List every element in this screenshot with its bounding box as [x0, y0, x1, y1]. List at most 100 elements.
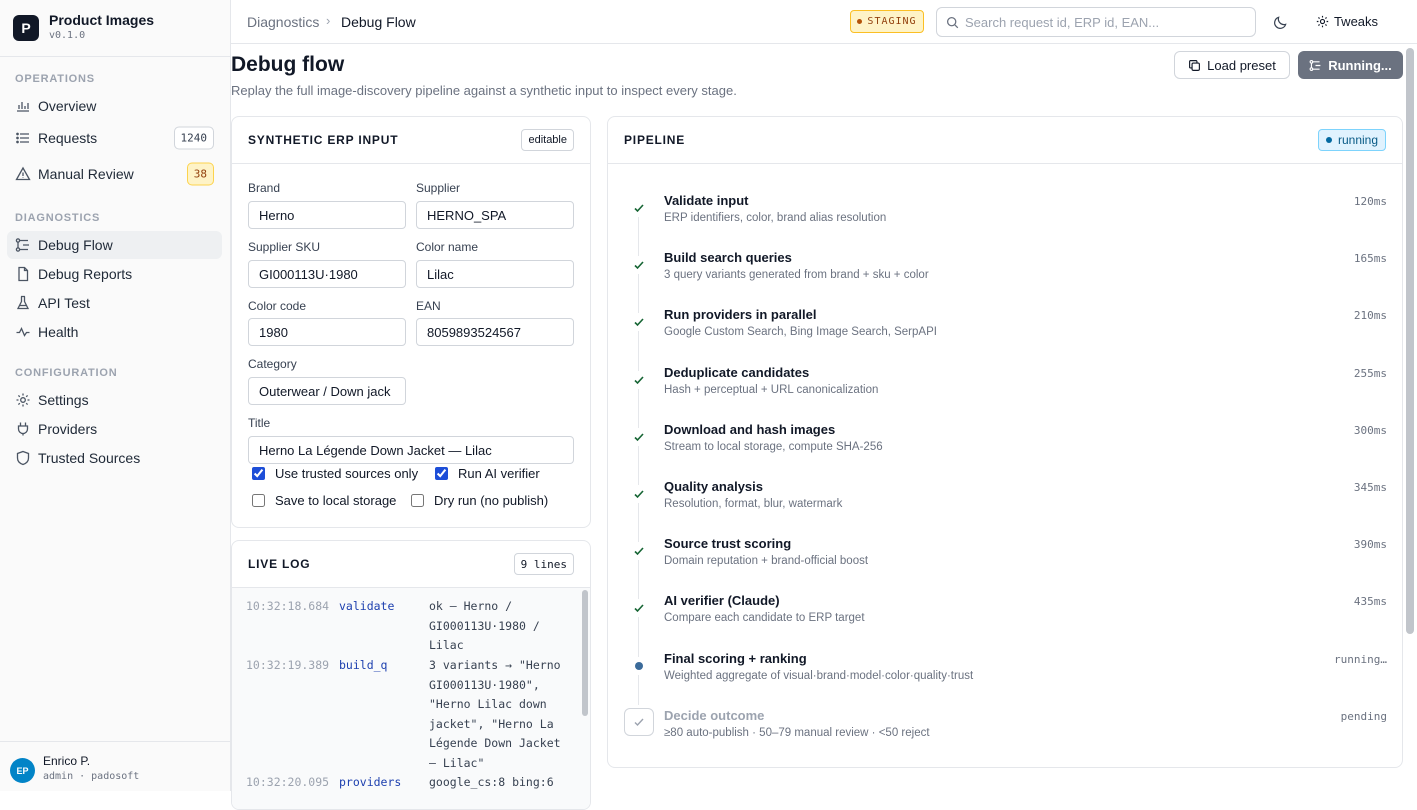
- use-trusted-sources-checkbox[interactable]: Use trusted sources only: [252, 466, 418, 481]
- search-icon: [946, 16, 959, 29]
- sidebar-item-label: Settings: [38, 392, 89, 408]
- sidebar-item-health[interactable]: Health: [7, 318, 222, 346]
- color-code-label: Color code: [248, 299, 307, 313]
- ean-label: EAN: [416, 299, 441, 313]
- tweaks-button[interactable]: Tweaks: [1309, 6, 1385, 36]
- sidebar-item-label: Manual Review: [38, 166, 134, 182]
- checkbox[interactable]: [252, 467, 265, 480]
- search-box[interactable]: [936, 7, 1256, 37]
- alert-triangle-icon: [15, 166, 31, 182]
- check-icon: [630, 313, 648, 332]
- pipeline-step[interactable]: Build search queries 3 query variants gen…: [608, 250, 1402, 290]
- sidebar-item-debug-flow[interactable]: Debug Flow: [7, 231, 222, 259]
- ean-field[interactable]: [416, 318, 574, 346]
- checkbox[interactable]: [435, 467, 448, 480]
- flow-icon: [1309, 59, 1322, 72]
- sidebar-item-label: Debug Flow: [38, 237, 113, 253]
- supplier-sku-label: Supplier SKU: [248, 240, 321, 254]
- sidebar-item-trusted-sources[interactable]: Trusted Sources: [7, 444, 222, 472]
- step-name: Source trust scoring: [664, 536, 792, 552]
- copy-icon: [1188, 59, 1201, 72]
- step-duration: running…: [1334, 652, 1387, 666]
- sidebar-item-api-test[interactable]: API Test: [7, 289, 222, 317]
- step-description: 3 query variants generated from brand + …: [664, 269, 929, 282]
- pipeline-step[interactable]: Final scoring + ranking Weighted aggregat…: [608, 651, 1402, 691]
- dry-run-checkbox[interactable]: Dry run (no publish): [411, 493, 548, 508]
- bar-chart-icon: [15, 98, 31, 114]
- search-input[interactable]: [965, 8, 1250, 36]
- load-preset-button[interactable]: Load preset: [1174, 51, 1290, 79]
- sidebar-item-requests[interactable]: Requests 1240: [7, 124, 222, 152]
- panel-title: PIPELINE: [624, 133, 686, 147]
- log-body[interactable]: 10:32:18.684 validate ok — Herno / GI000…: [232, 588, 590, 809]
- step-duration: 390ms: [1353, 538, 1387, 552]
- section-title-operations: OPERATIONS: [15, 73, 95, 85]
- pipeline-step[interactable]: Deduplicate candidates Hash + perceptual …: [608, 365, 1402, 405]
- title-field[interactable]: [248, 436, 574, 464]
- pipeline-step[interactable]: Download and hash images Stream to local …: [608, 421, 1402, 462]
- sidebar-item-manual-review[interactable]: Manual Review 38: [7, 160, 222, 188]
- brand-field[interactable]: [248, 201, 406, 229]
- checkbox-label: Run AI verifier: [458, 466, 540, 481]
- step-name: AI verifier (Claude): [664, 593, 780, 609]
- pipeline-step[interactable]: Validate input ERP identifiers, color, br…: [608, 193, 1402, 233]
- environment-label: STAGING: [867, 16, 917, 27]
- run-ai-verifier-checkbox[interactable]: Run AI verifier: [435, 466, 540, 481]
- editable-badge: editable: [521, 129, 574, 151]
- topbar: Diagnostics › Debug Flow STAGING Tweaks: [231, 0, 1417, 44]
- gear-icon: [15, 392, 31, 408]
- pipeline-step[interactable]: Quality analysis Resolution, format, blur…: [608, 479, 1402, 519]
- category-field[interactable]: [248, 377, 406, 405]
- activity-icon: [15, 324, 31, 340]
- sidebar-item-providers[interactable]: Providers: [7, 415, 222, 443]
- step-duration: 435ms: [1353, 595, 1387, 609]
- color-name-field[interactable]: [416, 260, 574, 288]
- step-description: Compare each candidate to ERP target: [664, 612, 865, 625]
- pipeline-step[interactable]: Run providers in parallel Google Custom S…: [608, 307, 1402, 347]
- step-duration: 165ms: [1353, 252, 1387, 266]
- synthetic-erp-input-panel: SYNTHETIC ERP INPUT editable Brand Suppl…: [231, 116, 591, 528]
- sun-icon: [1316, 15, 1329, 28]
- color-code-field[interactable]: [248, 318, 406, 346]
- log-scrollbar[interactable]: [582, 590, 588, 716]
- step-name: Quality analysis: [664, 479, 763, 494]
- sidebar-item-label: Health: [38, 324, 79, 340]
- sidebar-item-label: Debug Reports: [38, 266, 133, 282]
- dark-mode-toggle-icon[interactable]: [1273, 15, 1288, 30]
- brand[interactable]: P Product Images v0.1.0: [13, 13, 154, 42]
- check-icon: [630, 199, 648, 217]
- section-title-configuration: CONFIGURATION: [15, 367, 118, 379]
- step-duration: 210ms: [1353, 309, 1387, 323]
- running-dot-icon: [630, 656, 648, 675]
- chevron-right-icon: ›: [326, 13, 331, 28]
- checkbox[interactable]: [252, 494, 265, 507]
- step-description: Domain reputation + brand-official boost: [664, 555, 869, 568]
- sidebar-item-debug-reports[interactable]: Debug Reports: [7, 260, 222, 288]
- pipeline-status-badge: running: [1317, 129, 1386, 151]
- step-name: Download and hash images: [664, 421, 836, 437]
- log-time: 10:32:18.684: [246, 599, 330, 613]
- check-icon: [630, 599, 648, 618]
- flask-icon: [15, 295, 31, 311]
- breadcrumb-diagnostics[interactable]: Diagnostics: [247, 14, 319, 30]
- sidebar-item-overview[interactable]: Overview: [7, 92, 222, 120]
- save-local-storage-checkbox[interactable]: Save to local storage: [252, 493, 396, 508]
- log-message: ok — Herno / GI000113U·1980 / Lilac: [429, 599, 540, 653]
- sidebar: P Product Images v0.1.0 OPERATIONS Overv…: [0, 0, 231, 791]
- pipeline-step[interactable]: Source trust scoring Domain reputation + …: [608, 536, 1402, 576]
- supplier-sku-field[interactable]: [248, 260, 406, 288]
- pipeline-step[interactable]: AI verifier (Claude) Compare each candida…: [608, 593, 1402, 633]
- checkbox[interactable]: [411, 494, 424, 507]
- run-button[interactable]: Running...: [1298, 51, 1403, 79]
- supplier-field[interactable]: [416, 201, 574, 229]
- sidebar-item-settings[interactable]: Settings: [7, 386, 222, 414]
- avatar: EP: [10, 758, 35, 783]
- sidebar-item-label: Trusted Sources: [38, 450, 141, 466]
- page-scrollbar[interactable]: [1406, 48, 1414, 634]
- log-message: 3 variants → "Herno GI000113U·1980", "He…: [429, 658, 561, 770]
- app-version: v0.1.0: [49, 30, 86, 41]
- step-description: Stream to local storage, compute SHA-256: [664, 440, 883, 453]
- user-profile[interactable]: EP Enrico P. admin · padosoft: [0, 741, 230, 791]
- step-duration: pending: [1340, 709, 1387, 723]
- pipeline-step[interactable]: Decide outcome ≥80 auto-publish · 50–79 m…: [608, 707, 1402, 748]
